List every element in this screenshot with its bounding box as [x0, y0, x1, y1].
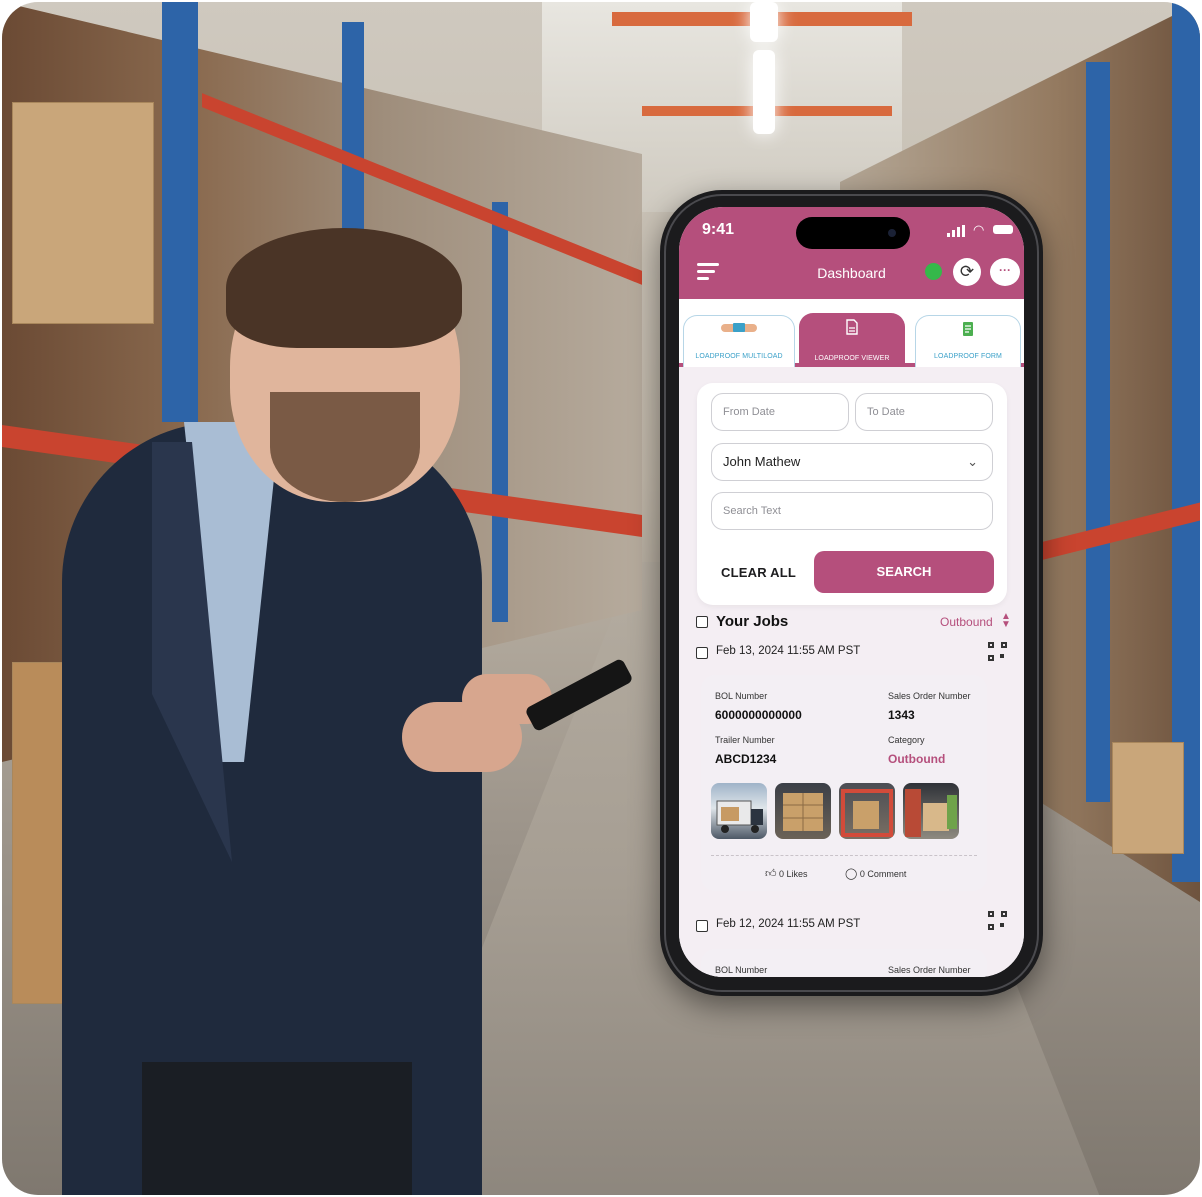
to-date-field[interactable]: To Date [855, 393, 993, 431]
rack-post [1086, 62, 1110, 802]
trailer-value: ABCD1234 [715, 752, 777, 766]
tab-label: LOADPROOF MULTILOAD [695, 353, 783, 360]
signal-icon [962, 225, 965, 237]
user-select[interactable]: John Mathew ⌄ [711, 443, 993, 481]
select-all-checkbox[interactable] [696, 616, 708, 628]
category-label: Category [888, 735, 925, 745]
app-header: 9:41 ◠ Dashboard ⟳ ··· [679, 207, 1024, 299]
trailer-label: Trailer Number [715, 735, 775, 745]
job-card[interactable]: BOL Number Sales Order Number [701, 949, 987, 977]
rack-post [162, 2, 198, 422]
document-icon [800, 319, 904, 338]
tab-loadproof-multiload[interactable]: LOADPROOF MULTILOAD [683, 315, 795, 367]
cargo-box [1112, 742, 1184, 854]
man-hair [226, 228, 462, 348]
tab-loadproof-form[interactable]: LOADPROOF FORM [915, 315, 1021, 367]
phone-screen: 9:41 ◠ Dashboard ⟳ ··· LOADPROOF MULTILO… [679, 207, 1024, 977]
chevron-down-icon: ⌄ [967, 454, 978, 469]
sales-order-value: 1343 [888, 708, 915, 722]
filter-card: From Date To Date John Mathew ⌄ Search T… [697, 383, 1007, 605]
job-datetime: Feb 12, 2024 11:55 AM PST [716, 918, 861, 930]
wifi-icon: ◠ [973, 222, 985, 237]
comment-button[interactable]: ◯ 0 Comment [845, 867, 906, 880]
qr-code-icon[interactable] [988, 911, 1008, 931]
qr-code-icon[interactable] [988, 642, 1008, 662]
job-checkbox[interactable] [696, 920, 708, 932]
rack-post [492, 202, 508, 622]
form-icon [916, 321, 1020, 340]
sales-order-label: Sales Order Number [888, 965, 971, 975]
online-status-icon [925, 263, 942, 280]
search-button[interactable]: SEARCH [814, 551, 994, 593]
signal-icon [947, 233, 950, 237]
thumbs-up-icon: 👍︎ [765, 868, 777, 880]
chat-button[interactable]: ··· [990, 258, 1020, 286]
load-photo-thumbnail[interactable] [839, 783, 895, 839]
battery-icon [993, 225, 1013, 234]
comment-icon: ◯ [845, 868, 858, 880]
status-icons: ◠ [947, 223, 1017, 237]
job-checkbox[interactable] [696, 647, 708, 659]
job-datetime: Feb 13, 2024 11:55 AM PST [716, 645, 861, 657]
clear-all-button[interactable]: CLEAR ALL [721, 565, 796, 580]
jobs-heading: Your Jobs [716, 613, 789, 630]
refresh-button[interactable]: ⟳ [953, 258, 981, 286]
likes-count: 0 Likes [779, 869, 808, 879]
from-date-field[interactable]: From Date [711, 393, 849, 431]
user-select-value: John Mathew [723, 454, 801, 469]
viewer-content: From Date To Date John Mathew ⌄ Search T… [679, 367, 1024, 977]
cargo-box [12, 102, 154, 324]
man-pants [142, 1062, 412, 1195]
sort-arrows-icon[interactable]: ▲ ▼ [1001, 612, 1011, 630]
category-value: Outbound [888, 752, 946, 766]
search-text-input[interactable]: Search Text [711, 492, 993, 530]
status-time: 9:41 [702, 221, 735, 238]
bol-label: BOL Number [715, 965, 768, 975]
bol-label: BOL Number [715, 691, 768, 701]
comments-count: 0 Comment [859, 869, 907, 879]
load-photo-thumbnail[interactable] [711, 783, 767, 839]
like-button[interactable]: 👍︎ 0 Likes [765, 867, 808, 880]
truck-icon [684, 321, 794, 338]
man-beard [270, 392, 420, 502]
job-type-filter[interactable]: Outbound [940, 615, 993, 629]
tab-label: LOADPROOF FORM [934, 353, 1002, 360]
tab-loadproof-viewer[interactable]: LOADPROOF VIEWER [799, 313, 905, 369]
tab-bar: LOADPROOF MULTILOAD LOADPROOF VIEWER LOA… [679, 299, 1024, 369]
ceiling-light [753, 50, 775, 134]
signal-icon [952, 230, 955, 237]
camera-dot [888, 229, 896, 237]
load-photo-thumbnail[interactable] [775, 783, 831, 839]
job-card[interactable]: BOL Number 6000000000000 Sales Order Num… [701, 675, 987, 891]
load-photo-thumbnail[interactable] [903, 783, 959, 839]
ceiling-light [750, 2, 778, 42]
bol-value: 6000000000000 [715, 708, 802, 722]
sales-order-label: Sales Order Number [888, 691, 971, 701]
card-divider [711, 855, 977, 856]
tab-label: LOADPROOF VIEWER [814, 355, 890, 362]
signal-icon [957, 227, 960, 237]
